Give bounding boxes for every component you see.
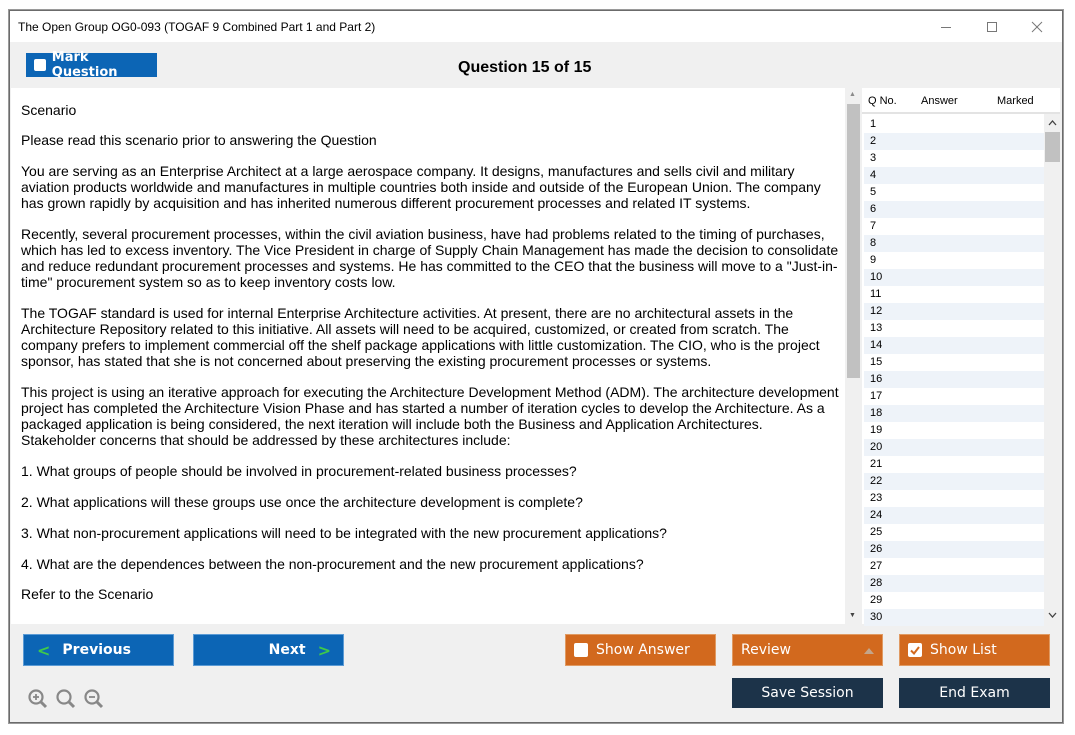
question-list-row[interactable]: 21 xyxy=(864,456,1044,473)
question-list-row[interactable]: 7 xyxy=(864,218,1044,235)
previous-label: Previous xyxy=(62,642,131,658)
question-list-row[interactable]: 10 xyxy=(864,269,1044,286)
scroll-up-icon[interactable]: ▲ xyxy=(849,91,856,98)
question-list-row[interactable]: 6 xyxy=(864,201,1044,218)
window-title: The Open Group OG0-093 (TOGAF 9 Combined… xyxy=(18,20,376,34)
question-list-row[interactable]: 30 xyxy=(864,609,1044,626)
zoom-in-icon[interactable] xyxy=(27,688,49,710)
maximize-button[interactable] xyxy=(972,15,1012,39)
scenario-paragraph: Recently, several procurement processes,… xyxy=(21,226,839,290)
concern-item: 2. What applications will these groups u… xyxy=(21,494,583,510)
question-list-row[interactable]: 13 xyxy=(864,320,1044,337)
show-list-label: Show List xyxy=(930,642,997,658)
show-answer-label: Show Answer xyxy=(596,642,690,658)
mark-question-button[interactable]: Mark Question xyxy=(26,50,157,80)
mark-question-checkbox[interactable] xyxy=(34,59,46,71)
minimize-icon xyxy=(941,27,951,28)
close-icon xyxy=(1031,21,1043,33)
chevron-left-icon: < xyxy=(37,640,51,660)
concern-item: 4. What are the dependences between the … xyxy=(21,556,644,572)
question-list-row[interactable]: 14 xyxy=(864,337,1044,354)
content-scroll-thumb[interactable] xyxy=(847,104,860,378)
minimize-button[interactable] xyxy=(926,15,966,39)
scenario-paragraph: The TOGAF standard is used for internal … xyxy=(21,305,820,369)
end-exam-label: End Exam xyxy=(939,685,1010,701)
list-scroll-thumb[interactable] xyxy=(1045,132,1060,162)
scenario-paragraph: This project is using an iterative appro… xyxy=(21,384,839,448)
save-session-label: Save Session xyxy=(761,685,854,701)
zoom-reset-icon[interactable] xyxy=(55,688,77,710)
question-list-row[interactable]: 5 xyxy=(864,184,1044,201)
show-list-checkbox[interactable] xyxy=(908,643,922,657)
question-content: Scenario Please read this scenario prior… xyxy=(11,88,845,624)
question-list-rows: 1 2 3 4 5 6 7 8 9 10 11 12 13 14 15 16 17 18 19 20 21 22 23 24 2… xyxy=(864,116,1044,626)
question-list-row[interactable]: 9 xyxy=(864,252,1044,269)
list-scrollbar[interactable] xyxy=(1044,114,1060,624)
next-button[interactable]: Next > xyxy=(193,634,344,666)
title-bar: The Open Group OG0-093 (TOGAF 9 Combined… xyxy=(10,11,1062,42)
question-list-row[interactable]: 25 xyxy=(864,524,1044,541)
question-list-row[interactable]: 11 xyxy=(864,286,1044,303)
scroll-down-icon[interactable]: ▼ xyxy=(849,612,856,619)
content-scrollbar[interactable]: ▲ ▼ xyxy=(845,88,861,624)
checkmark-icon xyxy=(910,645,920,655)
header-answer: Answer xyxy=(921,95,958,107)
end-exam-button[interactable]: End Exam xyxy=(899,678,1050,708)
question-list-row[interactable]: 2 xyxy=(864,133,1044,150)
header-marked: Marked xyxy=(997,95,1034,107)
review-label: Review xyxy=(741,642,791,658)
list-scroll-up-icon[interactable] xyxy=(1048,120,1057,126)
save-session-button[interactable]: Save Session xyxy=(732,678,883,708)
question-counter: Question 15 of 15 xyxy=(458,59,592,76)
question-list-row[interactable]: 16 xyxy=(864,371,1044,388)
app-window: The Open Group OG0-093 (TOGAF 9 Combined… xyxy=(9,10,1063,723)
zoom-controls xyxy=(27,688,105,710)
question-list-row[interactable]: 19 xyxy=(864,422,1044,439)
question-list-row[interactable]: 17 xyxy=(864,388,1044,405)
maximize-icon xyxy=(987,22,997,32)
refer-scenario: Refer to the Scenario xyxy=(21,586,154,602)
question-list-row[interactable]: 22 xyxy=(864,473,1044,490)
close-button[interactable] xyxy=(1017,15,1057,39)
show-list-button[interactable]: Show List xyxy=(899,634,1050,666)
show-answer-checkbox[interactable] xyxy=(574,643,588,657)
list-scroll-down-icon[interactable] xyxy=(1048,612,1057,618)
question-list-row[interactable]: 24 xyxy=(864,507,1044,524)
question-list-row[interactable]: 23 xyxy=(864,490,1044,507)
next-label: Next xyxy=(268,642,306,658)
question-list-row[interactable]: 27 xyxy=(864,558,1044,575)
question-list-row[interactable]: 20 xyxy=(864,439,1044,456)
question-list-row[interactable]: 18 xyxy=(864,405,1044,422)
mark-question-label: Mark Question xyxy=(51,50,118,80)
scenario-heading: Scenario xyxy=(21,102,77,118)
question-list-row[interactable]: 12 xyxy=(864,303,1044,320)
question-list-row[interactable]: 1 xyxy=(864,116,1044,133)
question-list-row[interactable]: 26 xyxy=(864,541,1044,558)
question-list-row[interactable]: 29 xyxy=(864,592,1044,609)
scenario-paragraph: You are serving as an Enterprise Archite… xyxy=(21,163,821,211)
concern-item: 3. What non-procurement applications wil… xyxy=(21,525,667,541)
review-dropdown[interactable]: Review xyxy=(732,634,883,666)
question-list-row[interactable]: 4 xyxy=(864,167,1044,184)
chevron-right-icon: > xyxy=(317,640,331,660)
question-list-row[interactable]: 8 xyxy=(864,235,1044,252)
show-answer-button[interactable]: Show Answer xyxy=(565,634,716,666)
top-toolbar: Mark Question Question 15 of 15 xyxy=(10,42,1062,88)
question-list-row[interactable]: 15 xyxy=(864,354,1044,371)
concern-item: 1. What groups of people should be invol… xyxy=(21,463,577,479)
question-list: Q No. Answer Marked 1 2 3 4 5 6 7 8 9 10 11 12 13 14 1… xyxy=(862,88,1060,626)
zoom-out-icon[interactable] xyxy=(83,688,105,710)
question-list-row[interactable]: 3 xyxy=(864,150,1044,167)
question-list-row[interactable]: 28 xyxy=(864,575,1044,592)
scenario-intro: Please read this scenario prior to answe… xyxy=(21,132,377,148)
previous-button[interactable]: < Previous xyxy=(23,634,174,666)
caret-up-icon xyxy=(864,648,874,654)
header-qno: Q No. xyxy=(868,95,897,107)
question-list-header: Q No. Answer Marked xyxy=(862,88,1060,114)
